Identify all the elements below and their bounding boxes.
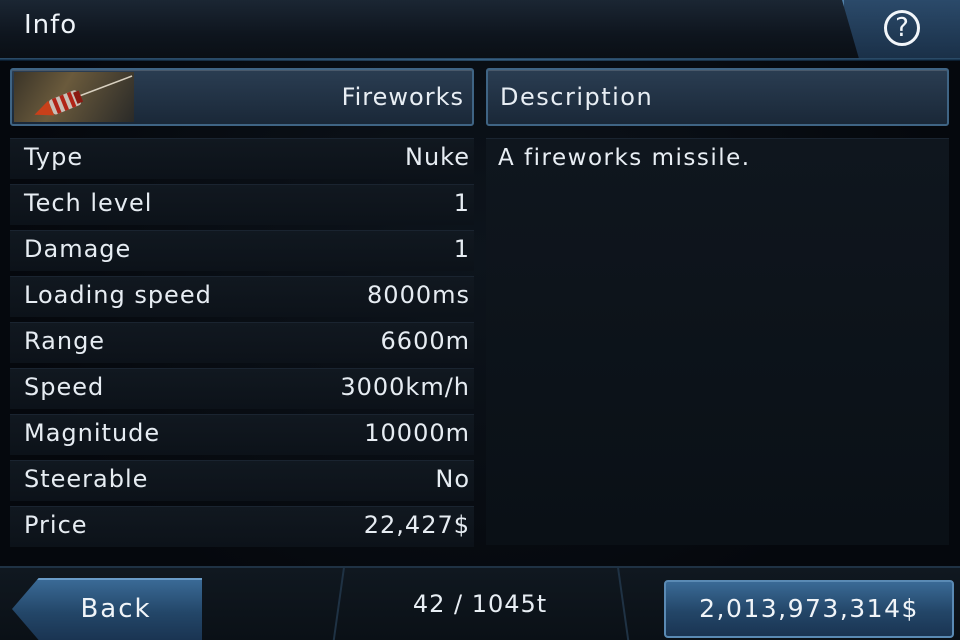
stat-row-loading-speed: Loading speed 8000ms [10,276,474,317]
back-button[interactable]: Back [12,578,202,640]
stat-value: 8000ms [367,281,470,309]
description-title: Description [500,83,654,111]
top-bar: Info ? [0,0,960,61]
stat-label: Damage [24,235,132,263]
item-header: Fireworks [10,68,474,126]
stat-row-magnitude: Magnitude 10000m [10,414,474,455]
money-button[interactable]: 2,013,973,314$ [664,580,954,638]
help-button[interactable]: ? [842,0,960,58]
stat-value: 10000m [364,419,470,447]
stat-row-speed: Speed 3000km/h [10,368,474,409]
description-body: A fireworks missile. [486,138,949,545]
stat-value: No [435,465,470,493]
help-icon: ? [884,10,920,46]
stat-row-range: Range 6600m [10,322,474,363]
stat-row-tech-level: Tech level 1 [10,184,474,225]
money-amount: 2,013,973,314$ [699,594,919,623]
page-title: Info [24,10,78,40]
stat-label: Magnitude [24,419,161,447]
stat-value: 22,427$ [363,511,470,539]
back-button-label: Back [80,594,152,624]
stat-value: Nuke [405,143,470,171]
stat-label: Tech level [24,189,153,217]
description-text: A fireworks missile. [498,145,751,171]
stat-value: 1 [453,189,470,217]
stat-row-price: Price 22,427$ [10,506,474,547]
stat-value: 1 [453,235,470,263]
info-screen: Info ? Fireworks Description Type Nuke T… [0,0,960,640]
stat-row-type: Type Nuke [10,138,474,179]
stat-label: Loading speed [24,281,212,309]
stat-value: 6600m [380,327,470,355]
stat-row-damage: Damage 1 [10,230,474,271]
stat-row-steerable: Steerable No [10,460,474,501]
stat-value: 3000km/h [340,373,470,401]
stat-label: Speed [24,373,105,401]
stat-label: Type [24,143,84,171]
cargo-capacity: 42 / 1045t [412,590,548,618]
description-header: Description [486,68,949,126]
item-name: Fireworks [341,83,464,111]
stat-label: Price [24,511,88,539]
firework-rocket-icon [14,72,134,122]
stat-label: Range [24,327,106,355]
stat-label: Steerable [24,465,149,493]
